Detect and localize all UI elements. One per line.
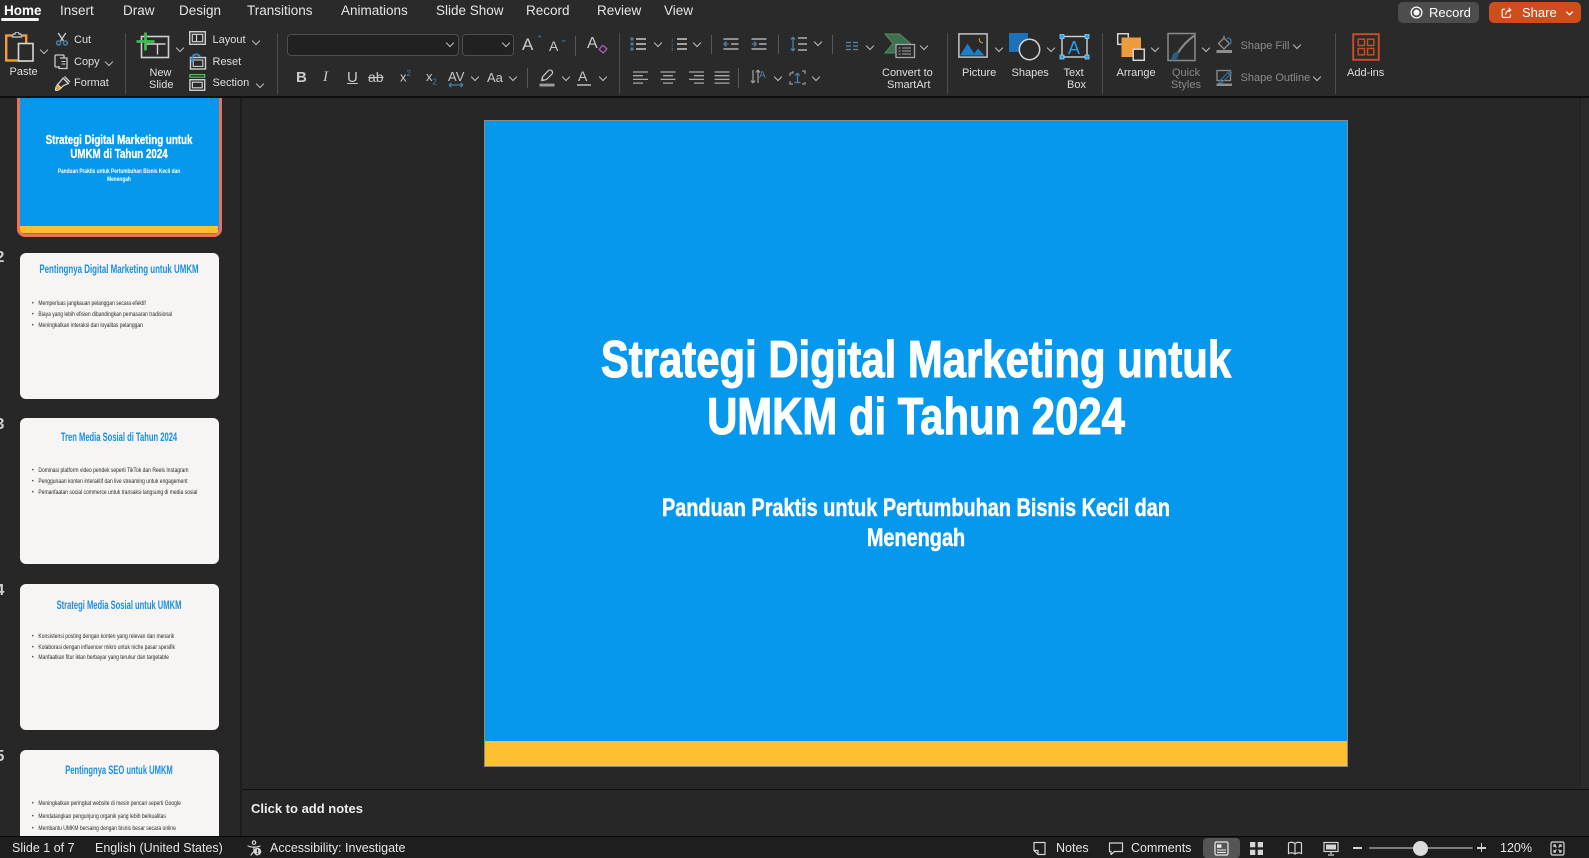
svg-text:A: A (1068, 38, 1080, 58)
svg-text:3: 3 (671, 47, 674, 51)
svg-text:A: A (759, 70, 766, 81)
